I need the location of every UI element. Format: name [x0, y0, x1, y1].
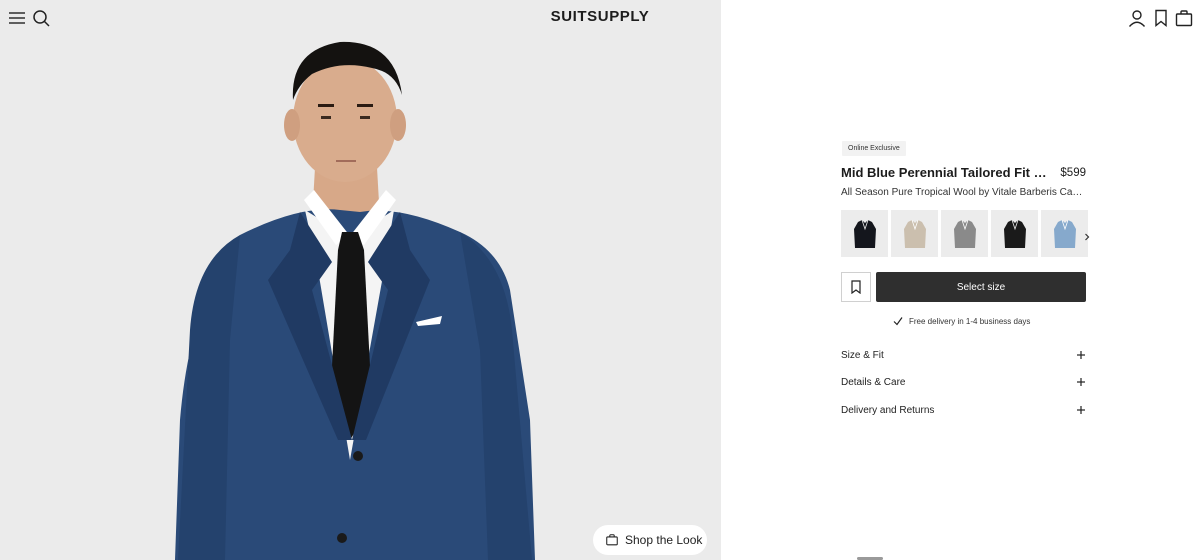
- product-price: $599: [1060, 167, 1086, 179]
- swatch-sand[interactable]: [891, 210, 938, 257]
- plus-icon: [1077, 406, 1085, 414]
- delivery-text: Free delivery in 1-4 business days: [909, 316, 1031, 326]
- product-title: Mid Blue Perennial Tailored Fit Havana S…: [841, 165, 1053, 180]
- color-swatches: [841, 210, 1088, 257]
- swatch-navy[interactable]: [841, 210, 888, 257]
- search-icon[interactable]: [31, 8, 51, 28]
- product-image-panel[interactable]: Shop the Look: [0, 0, 721, 560]
- swatch-black[interactable]: [991, 210, 1038, 257]
- menu-icon[interactable]: [7, 8, 27, 28]
- plus-icon: [1077, 378, 1085, 386]
- bookmark-icon: [851, 280, 861, 294]
- bookmark-icon[interactable]: [1151, 8, 1171, 28]
- accordion-size-fit[interactable]: Size & Fit: [841, 347, 1086, 363]
- accordion-label: Delivery and Returns: [841, 404, 935, 416]
- bag-icon: [606, 534, 618, 546]
- bag-icon[interactable]: [1174, 8, 1194, 28]
- plus-icon: [1077, 351, 1085, 359]
- shop-the-look-label: Shop the Look: [625, 533, 703, 547]
- accordion-delivery-returns[interactable]: Delivery and Returns: [841, 402, 1086, 418]
- product-subtitle: All Season Pure Tropical Wool by Vitale …: [841, 187, 1085, 198]
- accordion-label: Size & Fit: [841, 349, 884, 361]
- check-icon: [893, 317, 903, 326]
- select-size-button[interactable]: Select size: [876, 272, 1086, 302]
- wishlist-button[interactable]: [841, 272, 871, 302]
- swatch-mid-grey[interactable]: [941, 210, 988, 257]
- shop-the-look-button[interactable]: Shop the Look: [593, 525, 707, 555]
- chevron-right-icon[interactable]: [1082, 229, 1092, 241]
- site-logo[interactable]: SUITSUPPLY: [500, 8, 700, 25]
- accordion-label: Details & Care: [841, 376, 906, 388]
- online-exclusive-badge: Online Exclusive: [842, 141, 906, 156]
- delivery-info: Free delivery in 1-4 business days: [893, 316, 1030, 326]
- accordion-details-care[interactable]: Details & Care: [841, 374, 1086, 390]
- swatch-light-blue[interactable]: [1041, 210, 1088, 257]
- product-model-image: [175, 41, 535, 560]
- account-icon[interactable]: [1127, 8, 1147, 28]
- site-header: SUITSUPPLY: [0, 0, 1200, 36]
